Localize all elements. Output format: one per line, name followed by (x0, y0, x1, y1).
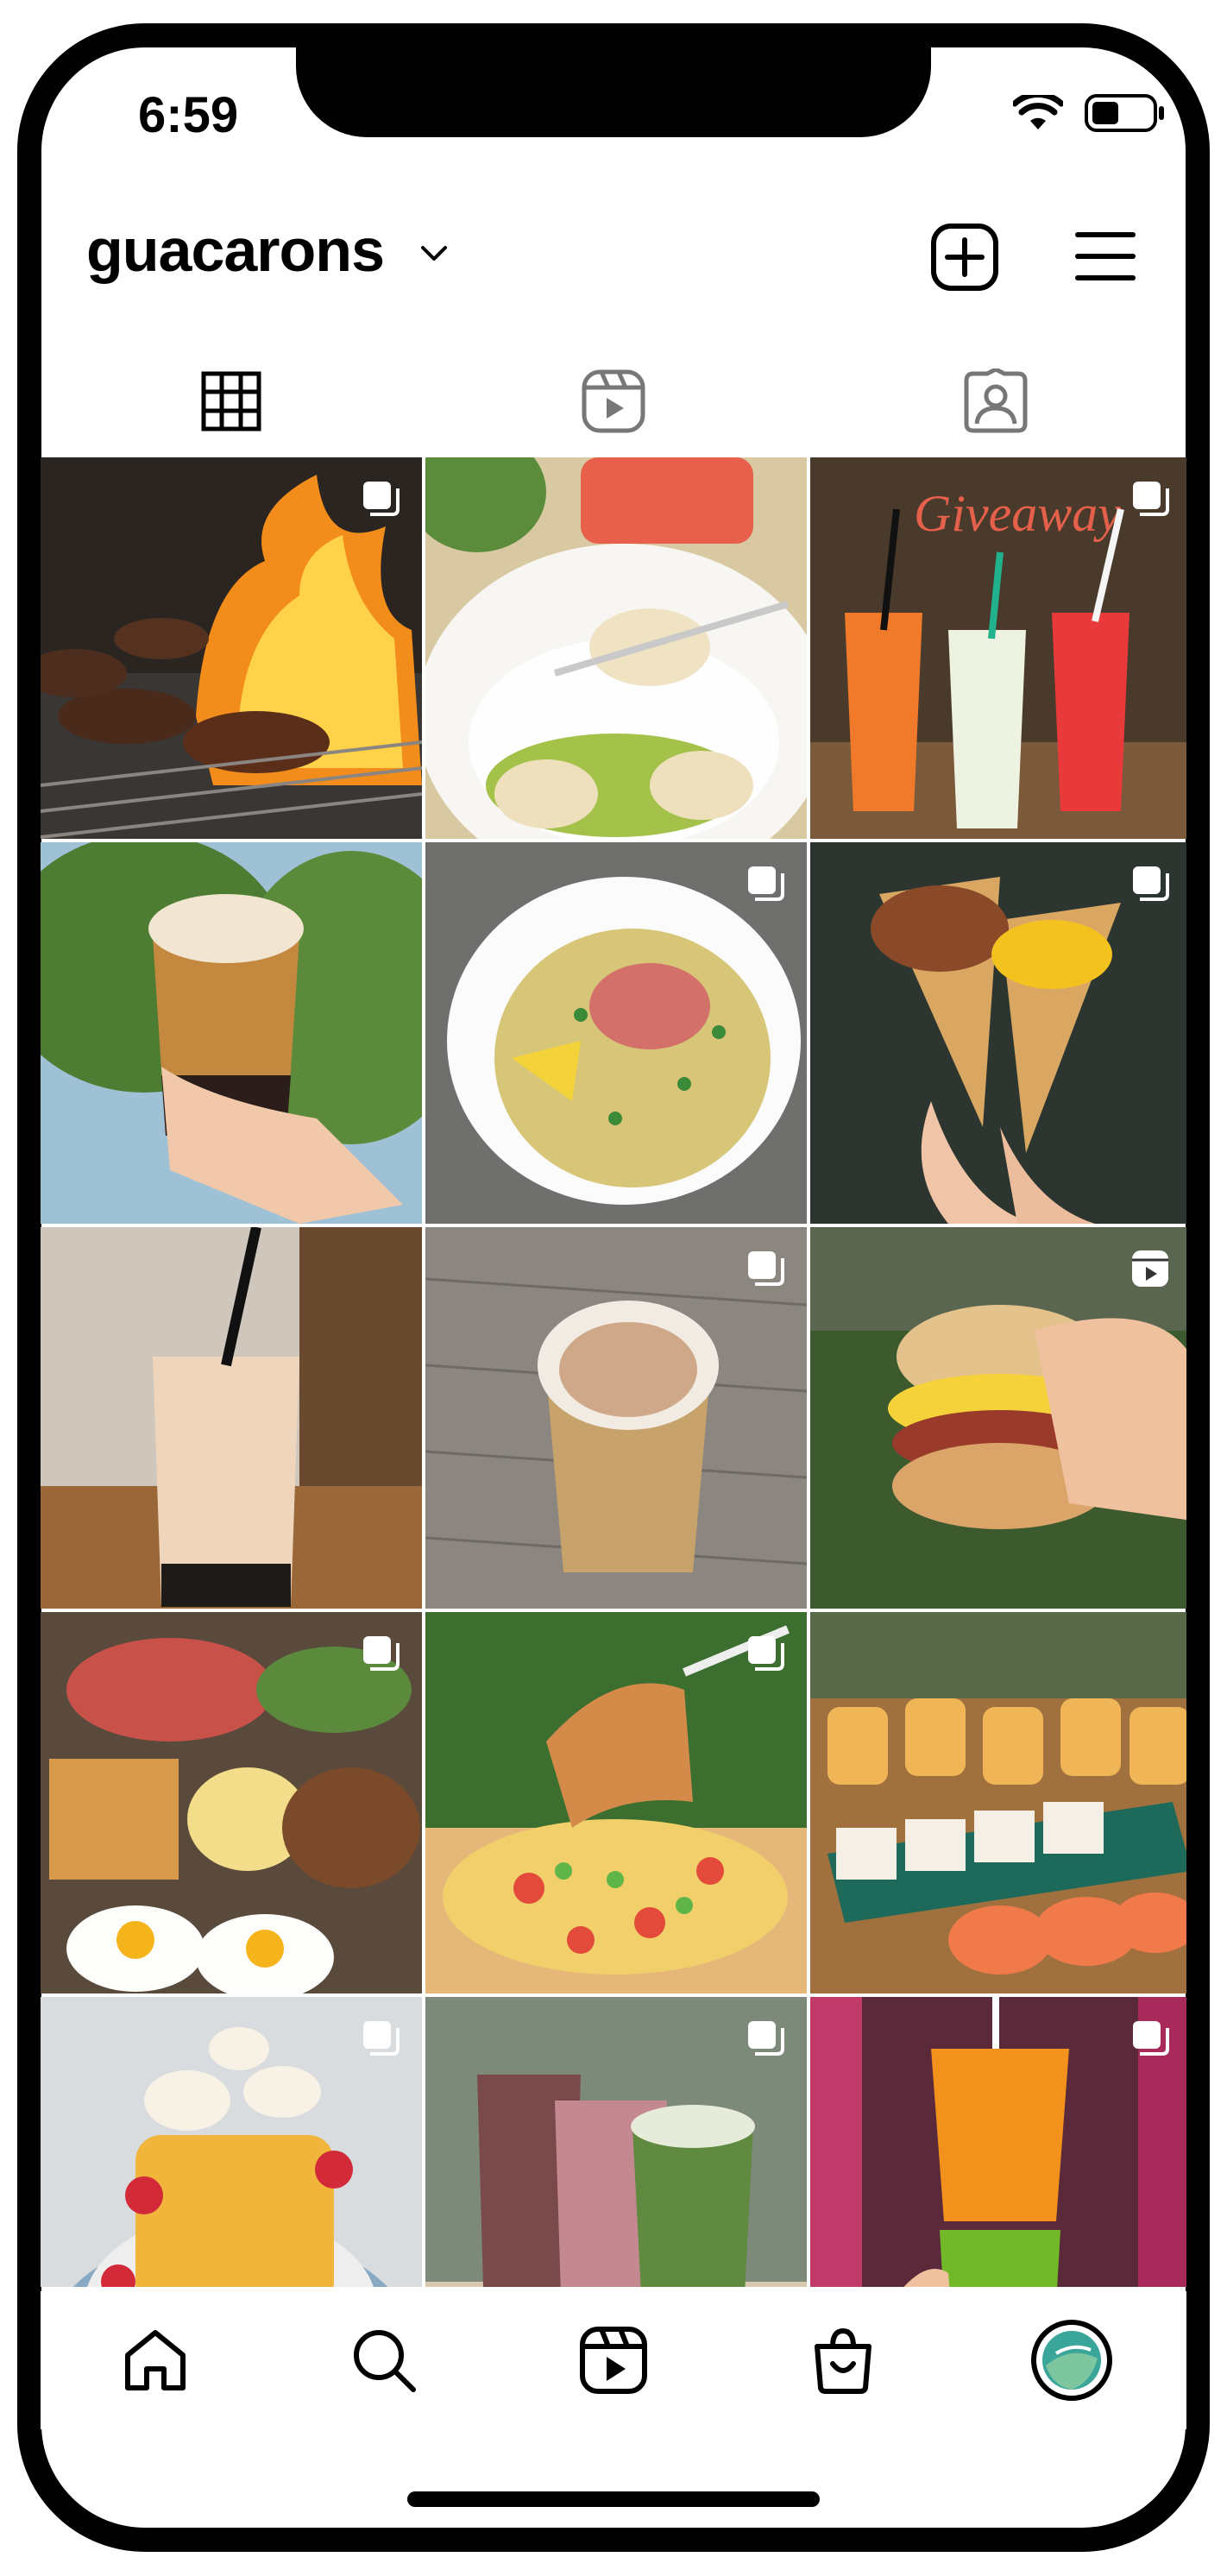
carousel-icon (1133, 866, 1169, 901)
post-loaded-fries[interactable] (425, 1612, 807, 1993)
battery-icon (1085, 94, 1164, 132)
status-icons (1013, 93, 1167, 133)
nav-search[interactable] (332, 2308, 436, 2412)
post-dumplings[interactable] (425, 457, 807, 839)
post-smoothie-cups[interactable] (425, 1997, 807, 2287)
tab-reels[interactable] (423, 350, 804, 453)
post-breakfast-sandwich[interactable] (810, 1227, 1186, 1609)
carousel-icon (363, 482, 400, 516)
hamburger-menu-icon[interactable] (1074, 230, 1136, 283)
carousel-icon (748, 1251, 784, 1286)
profile-tabs (41, 350, 1186, 453)
status-time: 6:59 (138, 87, 239, 143)
carousel-icon (363, 2021, 400, 2056)
grid-icon (201, 371, 261, 431)
carousel-icon (1133, 482, 1169, 516)
post-brunch-spread[interactable] (41, 1612, 422, 1993)
nav-shop[interactable] (791, 2308, 895, 2412)
tagged-icon (964, 368, 1028, 433)
reels-icon (582, 369, 645, 433)
svg-text:Giveaway: Giveaway (914, 485, 1121, 542)
tab-grid[interactable] (41, 350, 422, 453)
posts-grid-viewport: Giveaway (41, 457, 1186, 2287)
nav-reels[interactable] (562, 2308, 665, 2412)
carousel-icon (363, 1636, 400, 1671)
post-giveaway-drinks[interactable]: Giveaway (810, 457, 1186, 839)
profile-avatar (1031, 2320, 1113, 2401)
post-boba-tea[interactable] (41, 842, 422, 1224)
chevron-down-icon[interactable] (419, 243, 449, 264)
profile-username[interactable]: guacarons (86, 216, 385, 285)
wifi-icon (1013, 95, 1063, 129)
nav-home[interactable] (104, 2308, 207, 2412)
tab-tagged[interactable] (805, 350, 1186, 453)
carousel-icon (1133, 2021, 1169, 2056)
post-sushi-rolls[interactable] (810, 1612, 1186, 1993)
post-waffle-cones[interactable] (810, 842, 1186, 1224)
carousel-icon (748, 1636, 784, 1671)
post-pancake-stack[interactable] (41, 1997, 422, 2287)
post-burgers-grill[interactable] (41, 457, 422, 839)
notch (296, 23, 931, 137)
add-post-icon[interactable] (930, 223, 999, 292)
post-milk-tea[interactable] (41, 1227, 422, 1609)
posts-grid: Giveaway (41, 457, 1186, 2287)
home-icon (124, 2330, 186, 2390)
reels-badge-icon (1132, 1250, 1168, 1287)
shop-icon (814, 2327, 871, 2394)
post-poke-bowl[interactable] (425, 842, 807, 1224)
home-indicator[interactable] (407, 2491, 820, 2507)
search-icon (354, 2330, 417, 2392)
nav-profile[interactable] (1020, 2308, 1123, 2412)
post-juice-truck[interactable] (810, 1997, 1186, 2287)
post-latte-cup[interactable] (425, 1227, 807, 1609)
carousel-icon (748, 866, 784, 901)
reels-icon (579, 2327, 647, 2394)
bottom-nav (41, 2291, 1186, 2429)
carousel-icon (748, 2021, 784, 2056)
